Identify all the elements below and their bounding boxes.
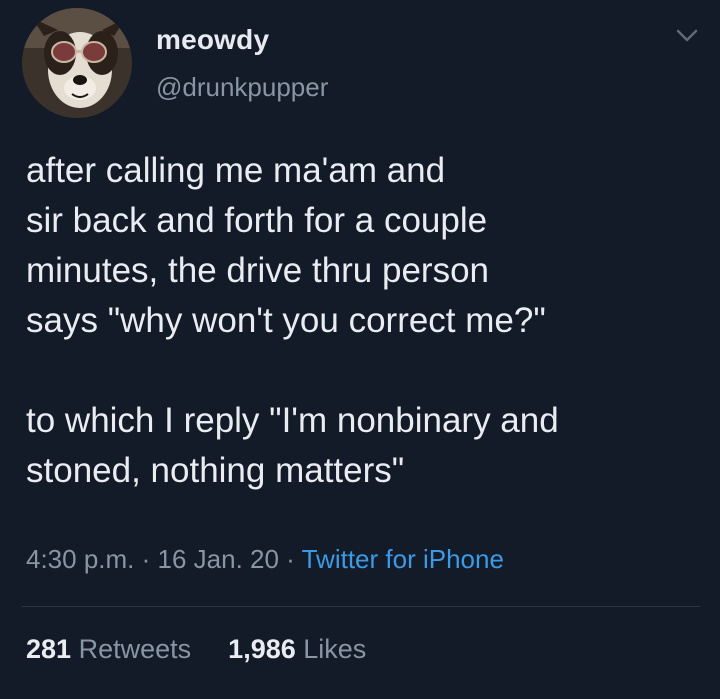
display-name[interactable]: meowdy bbox=[156, 24, 269, 56]
tweet-source-link[interactable]: Twitter for iPhone bbox=[302, 544, 504, 574]
likes-count: 1,986 bbox=[228, 634, 296, 664]
retweets-stat[interactable]: 281 Retweets bbox=[26, 634, 199, 664]
retweets-count: 281 bbox=[26, 634, 72, 664]
likes-label: Likes bbox=[303, 634, 367, 664]
chevron-down-icon[interactable] bbox=[674, 26, 700, 46]
divider bbox=[22, 606, 700, 607]
dog-avatar-icon bbox=[22, 8, 132, 118]
retweets-label: Retweets bbox=[78, 634, 192, 664]
user-handle[interactable]: @drunkpupper bbox=[156, 72, 328, 103]
likes-stat[interactable]: 1,986 Likes bbox=[221, 634, 367, 664]
tweet-card: meowdy @drunkpupper after calling me ma'… bbox=[0, 0, 720, 699]
meta-separator: · bbox=[134, 544, 158, 574]
tweet-time[interactable]: 4:30 p.m. bbox=[26, 544, 134, 574]
meta-separator: · bbox=[278, 544, 302, 574]
tweet-metadata: 4:30 p.m. · 16 Jan. 20 · Twitter for iPh… bbox=[26, 544, 504, 575]
tweet-stats: 281 Retweets 1,986 Likes bbox=[26, 634, 366, 665]
avatar[interactable] bbox=[22, 8, 132, 118]
tweet-date[interactable]: 16 Jan. 20 bbox=[158, 544, 279, 574]
tweet-text: after calling me ma'am and sir back and … bbox=[26, 151, 559, 490]
